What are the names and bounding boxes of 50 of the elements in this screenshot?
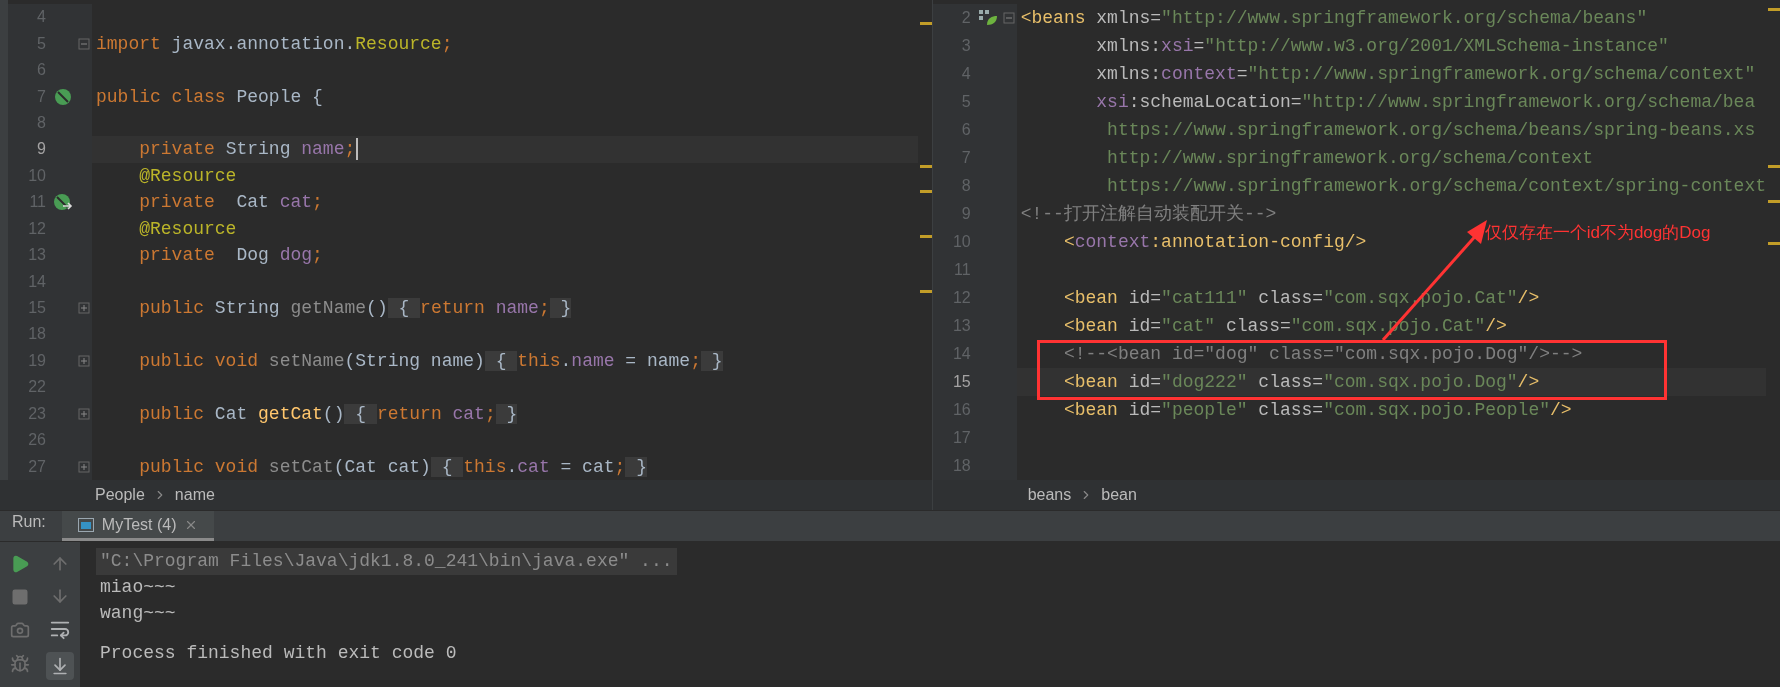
camera-icon[interactable] [10, 620, 30, 640]
code-line: private Dog dog; [138, 244, 323, 268]
spring-leaf-icon[interactable] [977, 9, 998, 27]
line-number: 15 [951, 372, 972, 392]
breadcrumb[interactable]: bean [1101, 483, 1137, 507]
xml-code-line: xmlns:context="http://www.springframework.org/schema/context" [1095, 63, 1756, 86]
xml-code-line: <!--<bean id="dog" class="com.sqx.pojo.Dog"/>--> [1062, 343, 1583, 366]
unfold-icon[interactable] [78, 354, 90, 367]
xml-code-line: xmlns:xsi="http://www.w3.org/2001/XMLSchema-instance" [1095, 35, 1669, 58]
xml-code-line: <bean id="people" class="com.sqx.pojo.People"/> [1062, 399, 1572, 422]
code-line: public Cat getCat() { return cat; } [138, 402, 518, 426]
xml-code-line: xsi:schemaLocation="http://www.springframework.org/schema/bea [1095, 91, 1756, 114]
stop-icon[interactable] [11, 588, 29, 606]
run-tab[interactable]: MyTest (4) [61, 511, 215, 541]
xml-code-line: <!--打开注解自动装配开关--> [1019, 203, 1277, 226]
code-line: public void setCat(Cat cat) { this.cat = cat; } [138, 455, 647, 479]
xml-code-line: http://www.springframework.org/schema/context [1106, 147, 1594, 170]
code-line: private String name; [138, 138, 356, 162]
code-line: public void setName(String name) { this.name = name; } [138, 349, 723, 373]
code-line: public String getName() { return name; } [138, 297, 572, 321]
console-line: Process finished with exit code 0 [99, 641, 458, 665]
unfold-icon[interactable] [78, 460, 90, 473]
console-line: miao~~~ [99, 575, 177, 599]
code-line: public class People { [95, 85, 323, 109]
unfold-icon[interactable] [78, 302, 90, 315]
scroll-to-end-icon [50, 656, 70, 676]
fold-icon[interactable] [78, 37, 90, 50]
breadcrumb[interactable]: name [174, 483, 215, 507]
xml-code-line: https://www.springframework.org/schema/beans/spring-beans.xs [1106, 119, 1756, 142]
scroll-to-end-button[interactable] [46, 652, 74, 680]
xml-code-line: https://www.springframework.org/schema/context/spring-context [1106, 175, 1766, 198]
breadcrumb[interactable]: People [95, 483, 145, 507]
fold-icon[interactable] [1002, 12, 1015, 24]
xml-code-line: <beans xmlns="http://www.springframework.org/schema/beans" [1019, 7, 1648, 30]
run-icon[interactable] [10, 554, 30, 574]
code-line: @Resource [138, 217, 237, 241]
run-label: Run: [12, 512, 46, 532]
annotation-note: 仅仅存在一个id不为dog的Dog [1484, 222, 1711, 244]
code-line: import javax.annotation.Resource; [95, 32, 453, 56]
console-line: wang~~~ [99, 601, 177, 625]
code-line: private Cat cat; [138, 191, 323, 215]
xml-code-line: <bean id="dog222" class="com.sqx.pojo.Dog"/> [1062, 371, 1540, 394]
code-line: @Resource [138, 164, 237, 188]
xml-code-line: <context:annotation-config/> [1062, 231, 1367, 254]
bug-icon[interactable] [10, 654, 30, 674]
unfold-icon[interactable] [78, 407, 90, 420]
bean-icon[interactable] [54, 87, 72, 106]
console-icon [77, 517, 94, 532]
breadcrumb[interactable]: beans [1027, 483, 1072, 507]
line-number: 9 [36, 139, 47, 160]
